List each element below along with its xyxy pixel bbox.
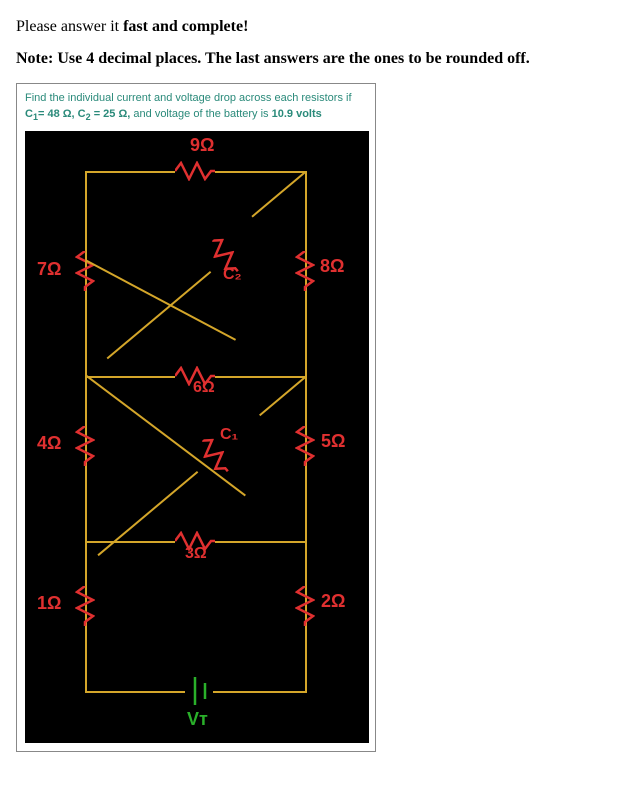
label-3ohm: 3Ω <box>185 545 207 563</box>
instruction-1-bold: fast and complete! <box>123 18 248 35</box>
label-4ohm: 4Ω <box>37 433 61 454</box>
label-c1: C₁ <box>220 426 238 444</box>
wire-top-right <box>215 171 307 173</box>
instruction-2: Note: Use 4 decimal places. The last ans… <box>16 48 621 70</box>
wire-diag-c2-upper <box>251 171 306 218</box>
instruction-1-pre: Please answer it <box>16 18 123 35</box>
circuit-diagram: 9Ω 7Ω 8Ω C₂ 6Ω 4Ω <box>25 131 369 743</box>
resistor-7ohm <box>75 251 95 291</box>
instruction-1: Please answer it fast and complete! <box>16 16 621 38</box>
resistor-8ohm <box>295 251 315 291</box>
label-1ohm: 1Ω <box>37 593 61 614</box>
problem-statement: Find the individual current and voltage … <box>25 90 367 125</box>
label-8ohm: 8Ω <box>320 256 344 277</box>
wire-6ohm-left <box>85 376 175 378</box>
wire-3ohm-right <box>215 541 307 543</box>
wire-diag-upper-x <box>85 259 236 341</box>
circuit-panel: Find the individual current and voltage … <box>16 83 376 752</box>
wire-3ohm-left <box>85 541 175 543</box>
wire-bottom-left <box>85 691 185 693</box>
resistor-9ohm <box>175 161 215 181</box>
resistor-1ohm <box>75 586 95 626</box>
resistor-2ohm <box>295 586 315 626</box>
wire-top-left <box>85 171 175 173</box>
resistor-5ohm <box>295 426 315 466</box>
label-vt: Vᴛ <box>187 709 208 730</box>
wire-6ohm-right <box>215 376 307 378</box>
wire-diag-c1-upper <box>259 376 306 416</box>
label-c2: C₂ <box>223 266 242 284</box>
resistor-4ohm <box>75 426 95 466</box>
label-7ohm: 7Ω <box>37 259 61 280</box>
wire-diag-c2-lower <box>107 271 212 359</box>
label-2ohm: 2Ω <box>321 591 345 612</box>
wire-bottom-right <box>213 691 307 693</box>
problem-line1: Find the individual current and voltage … <box>25 92 352 104</box>
label-5ohm: 5Ω <box>321 431 345 452</box>
label-6ohm: 6Ω <box>193 379 215 397</box>
label-9ohm: 9Ω <box>190 135 214 156</box>
